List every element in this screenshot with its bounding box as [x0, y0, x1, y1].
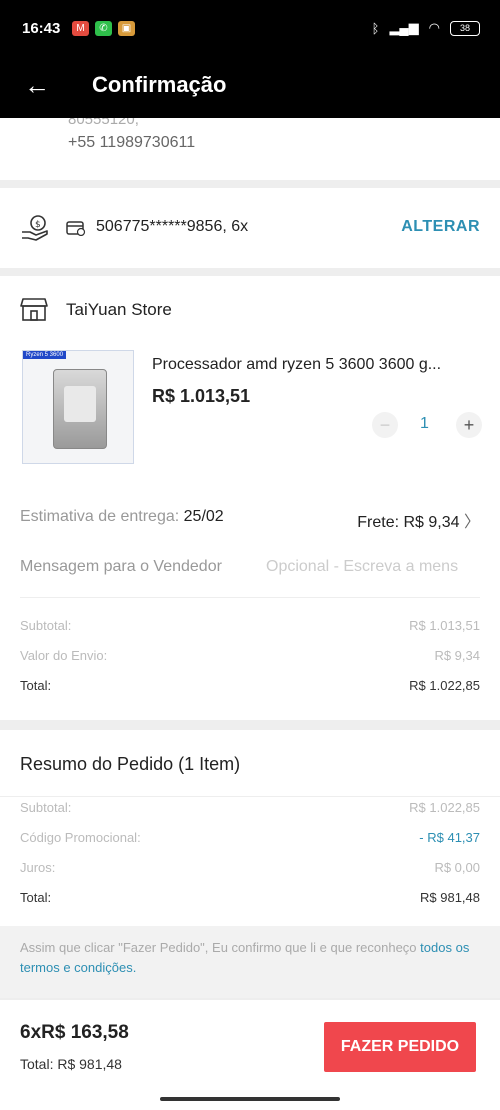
- change-payment-button[interactable]: ALTERAR: [401, 218, 480, 236]
- store-icon: [20, 298, 48, 321]
- status-bar: 16:43 M ✆ ▣ ᛒ ▂▄▆ ◠ 38: [0, 0, 500, 60]
- address-phone: +55 11989730611: [68, 134, 196, 151]
- store-shipping-row: Valor do Envio: R$ 9,34: [20, 648, 480, 663]
- footer-total: Total: R$ 981,48: [20, 1056, 122, 1072]
- checkout-footer: 6xR$ 163,58 Total: R$ 981,48 FAZER PEDID…: [0, 1000, 500, 1110]
- product-name[interactable]: Processador amd ryzen 5 3600 3600 g...: [152, 356, 478, 374]
- summary-label: Total:: [20, 678, 52, 693]
- summary-value: R$ 1.022,85: [409, 678, 480, 693]
- store-card: TaiYuan Store Ryzen 5 3600 Processador a…: [0, 276, 500, 720]
- home-indicator[interactable]: [160, 1097, 340, 1101]
- product-image[interactable]: Ryzen 5 3600: [22, 350, 134, 464]
- promo-discount-value: - R$ 41,37: [419, 830, 480, 845]
- wifi-icon: ◠: [428, 20, 440, 35]
- summary-label: Subtotal:: [20, 618, 72, 633]
- shipping-selector[interactable]: Frete: R$ 9,34 〉: [357, 508, 480, 532]
- product-image-tag: Ryzen 5 3600: [23, 351, 67, 359]
- quantity-value: 1: [420, 415, 429, 432]
- summary-value: R$ 981,48: [420, 890, 480, 905]
- notification-icons: M ✆ ▣: [72, 21, 135, 36]
- store-name: TaiYuan Store: [66, 300, 172, 319]
- order-total-row: Total: R$ 981,48: [20, 890, 480, 905]
- back-arrow-icon[interactable]: ←: [24, 72, 50, 98]
- divider: [0, 796, 500, 797]
- battery-icon: 38: [450, 20, 480, 36]
- installment-amount: 6xR$ 163,58: [20, 1022, 129, 1043]
- terms-notice: Assim que clicar "Fazer Pedido", Eu conf…: [0, 926, 500, 998]
- place-order-button[interactable]: FAZER PEDIDO: [324, 1022, 476, 1072]
- delivery-date: 25/02: [183, 508, 224, 525]
- summary-value: R$ 9,34: [434, 648, 480, 663]
- system-icons: ᛒ ▂▄▆ ◠ 38: [372, 20, 480, 36]
- delivery-label: Estimativa de entrega:: [20, 508, 180, 525]
- page-title: Confirmação: [92, 72, 227, 97]
- seller-message-row: Mensagem para o Vendedor Opcional - Escr…: [20, 558, 480, 598]
- summary-label: Juros:: [20, 860, 56, 875]
- seller-message-input[interactable]: Opcional - Escreva a mens: [266, 558, 480, 576]
- product-price: R$ 1.013,51: [152, 386, 251, 406]
- summary-label: Subtotal:: [20, 800, 72, 815]
- credit-card-icon: [66, 221, 86, 236]
- terms-text: Assim que clicar "Fazer Pedido", Eu conf…: [20, 940, 417, 955]
- summary-value: R$ 0,00: [434, 860, 480, 875]
- seller-message-label: Mensagem para o Vendedor: [20, 558, 222, 575]
- order-subtotal-row: Subtotal: R$ 1.022,85: [20, 800, 480, 815]
- shipping-cost: Frete: R$ 9,34: [357, 514, 460, 531]
- promo-code-row: Código Promocional: - R$ 41,37: [20, 830, 480, 845]
- quantity-stepper: − 1 +: [372, 412, 482, 438]
- svg-text:$: $: [35, 220, 41, 230]
- summary-label: Total:: [20, 890, 52, 905]
- summary-value: R$ 1.013,51: [409, 618, 480, 633]
- whatsapp-icon: ✆: [95, 21, 112, 36]
- order-summary-card: Resumo do Pedido (1 Item) Subtotal: R$ 1…: [0, 730, 500, 998]
- store-subtotal-row: Subtotal: R$ 1.013,51: [20, 618, 480, 633]
- delivery-estimate-row[interactable]: Estimativa de entrega: 25/02 Frete: R$ 9…: [20, 508, 480, 531]
- store-total-row: Total: R$ 1.022,85: [20, 678, 480, 693]
- card-number: 506775******9856, 6x: [96, 218, 249, 235]
- interest-row: Juros: R$ 0,00: [20, 860, 480, 875]
- address-partial: 80555120,: [68, 118, 139, 126]
- summary-label: Valor do Envio:: [20, 648, 108, 663]
- app-notification-icon: ▣: [118, 21, 135, 36]
- signal-icon: ▂▄▆: [389, 20, 419, 35]
- summary-label: Código Promocional:: [20, 830, 141, 845]
- cpu-icon: [53, 369, 107, 449]
- decrease-quantity-button[interactable]: −: [372, 412, 398, 438]
- status-time: 16:43: [22, 20, 61, 37]
- gmail-icon: M: [72, 21, 89, 36]
- summary-value: R$ 1.022,85: [409, 800, 480, 815]
- address-card[interactable]: 80555120, +55 11989730611: [0, 118, 500, 180]
- bluetooth-icon: ᛒ: [371, 20, 380, 36]
- order-summary-title: Resumo do Pedido (1 Item): [20, 754, 241, 774]
- chevron-right-icon: 〉: [463, 514, 480, 531]
- app-bar: ← Confirmação: [0, 60, 500, 118]
- increase-quantity-button[interactable]: +: [456, 412, 482, 438]
- payment-hand-icon: $: [22, 215, 48, 241]
- payment-card: $ 506775******9856, 6x ALTERAR: [0, 188, 500, 268]
